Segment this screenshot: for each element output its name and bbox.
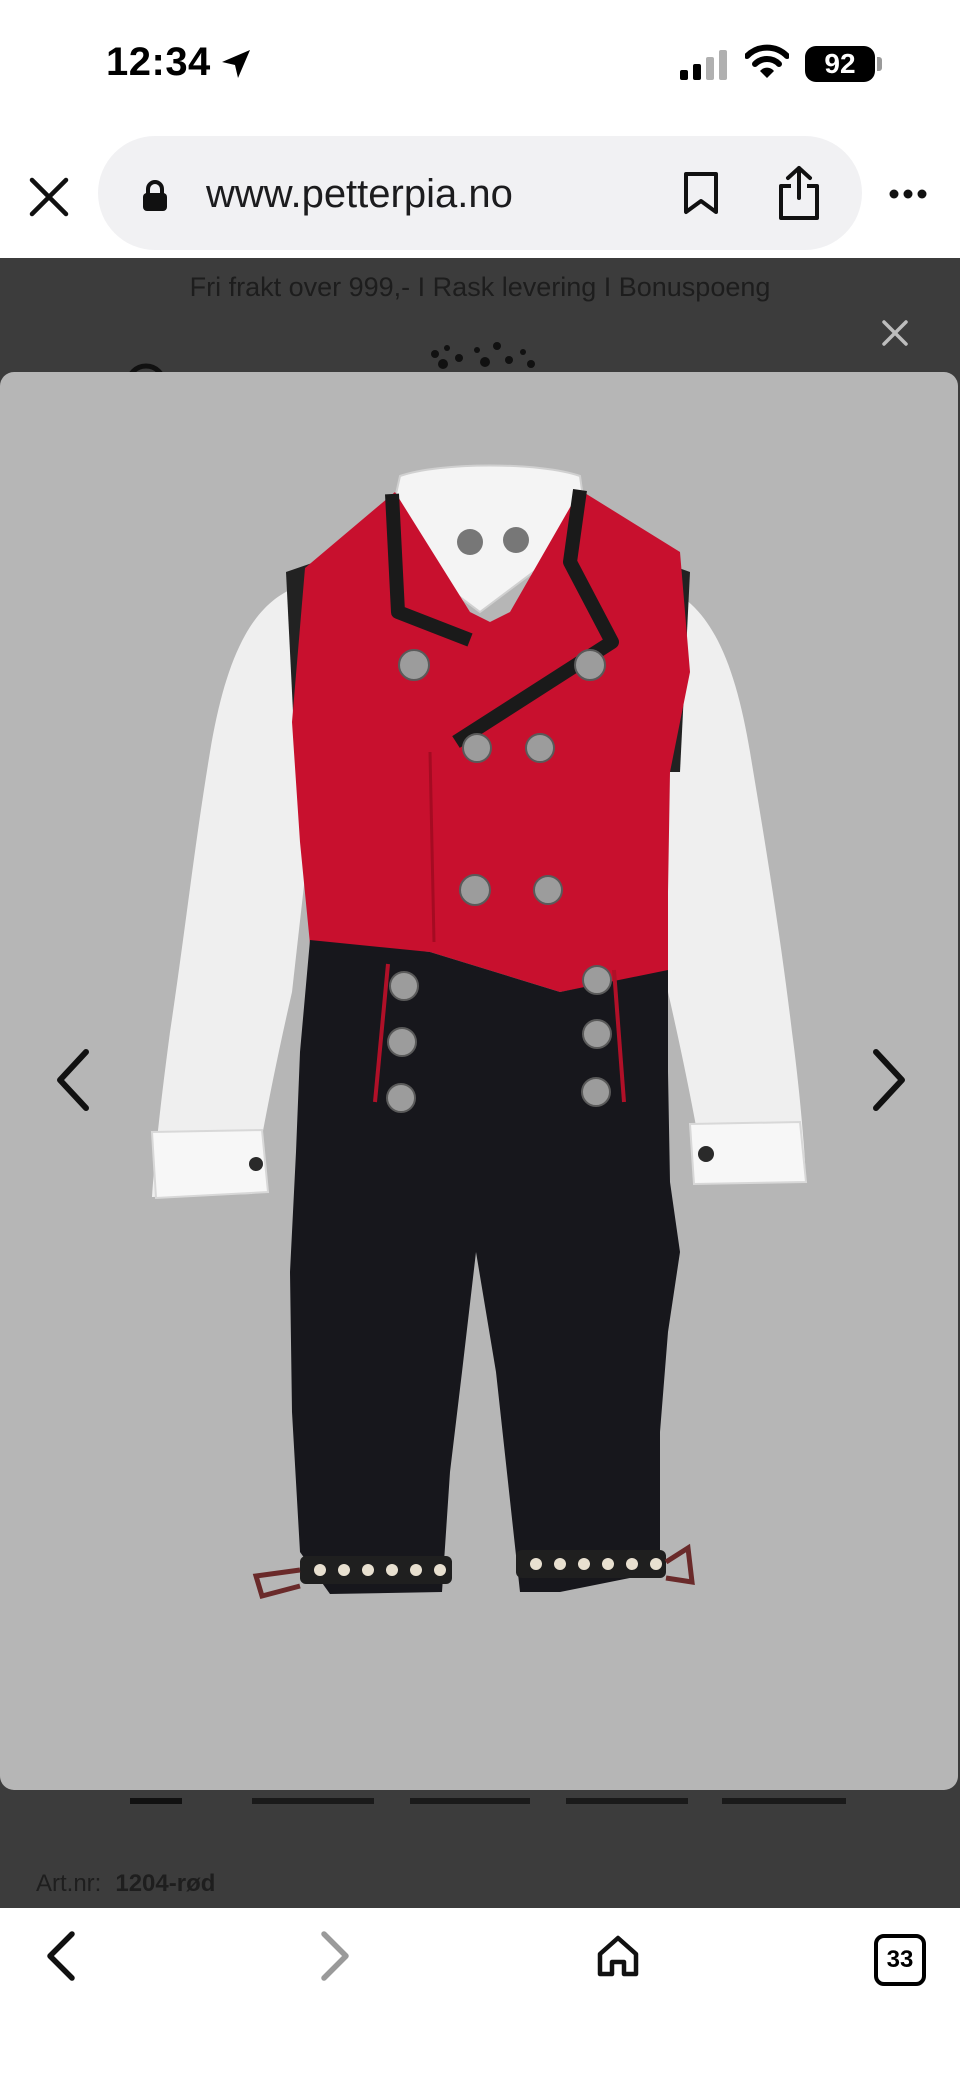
cellular-signal-icon bbox=[680, 50, 727, 80]
chevron-left-icon[interactable] bbox=[44, 1040, 104, 1120]
lightbox-close-icon[interactable] bbox=[880, 318, 910, 348]
article-number-label: Art.nr: bbox=[36, 1870, 102, 1897]
home-icon[interactable] bbox=[594, 1932, 642, 1980]
more-icon[interactable] bbox=[888, 188, 928, 200]
thumbnail-strip bbox=[130, 1798, 846, 1804]
article-number-value: 1204-rød bbox=[115, 1870, 216, 1897]
back-icon[interactable] bbox=[40, 1928, 80, 1984]
promo-banner: Fri frakt over 999,- I Rask levering I B… bbox=[189, 272, 771, 302]
article-number: Art.nr: 1204-rød bbox=[36, 1870, 215, 1898]
battery-nub bbox=[877, 57, 882, 71]
image-viewer bbox=[0, 372, 958, 1790]
wifi-icon bbox=[745, 44, 789, 78]
product-image bbox=[150, 464, 808, 1600]
url-text[interactable]: www.petterpia.no bbox=[206, 172, 513, 217]
forward-icon[interactable] bbox=[316, 1928, 356, 1984]
browser-toolbar bbox=[0, 1908, 960, 2081]
share-icon[interactable] bbox=[775, 164, 823, 222]
status-time: 12:34 bbox=[106, 40, 211, 84]
status-bar: 12:34 92 bbox=[0, 0, 960, 130]
chevron-right-icon[interactable] bbox=[858, 1040, 918, 1120]
tabs-icon[interactable]: 33 bbox=[874, 1934, 926, 1986]
close-icon[interactable] bbox=[26, 174, 72, 220]
location-arrow-icon bbox=[222, 50, 250, 78]
lock-icon bbox=[143, 180, 167, 211]
bookmark-icon[interactable] bbox=[682, 170, 720, 216]
battery-icon: 92 bbox=[805, 46, 875, 82]
